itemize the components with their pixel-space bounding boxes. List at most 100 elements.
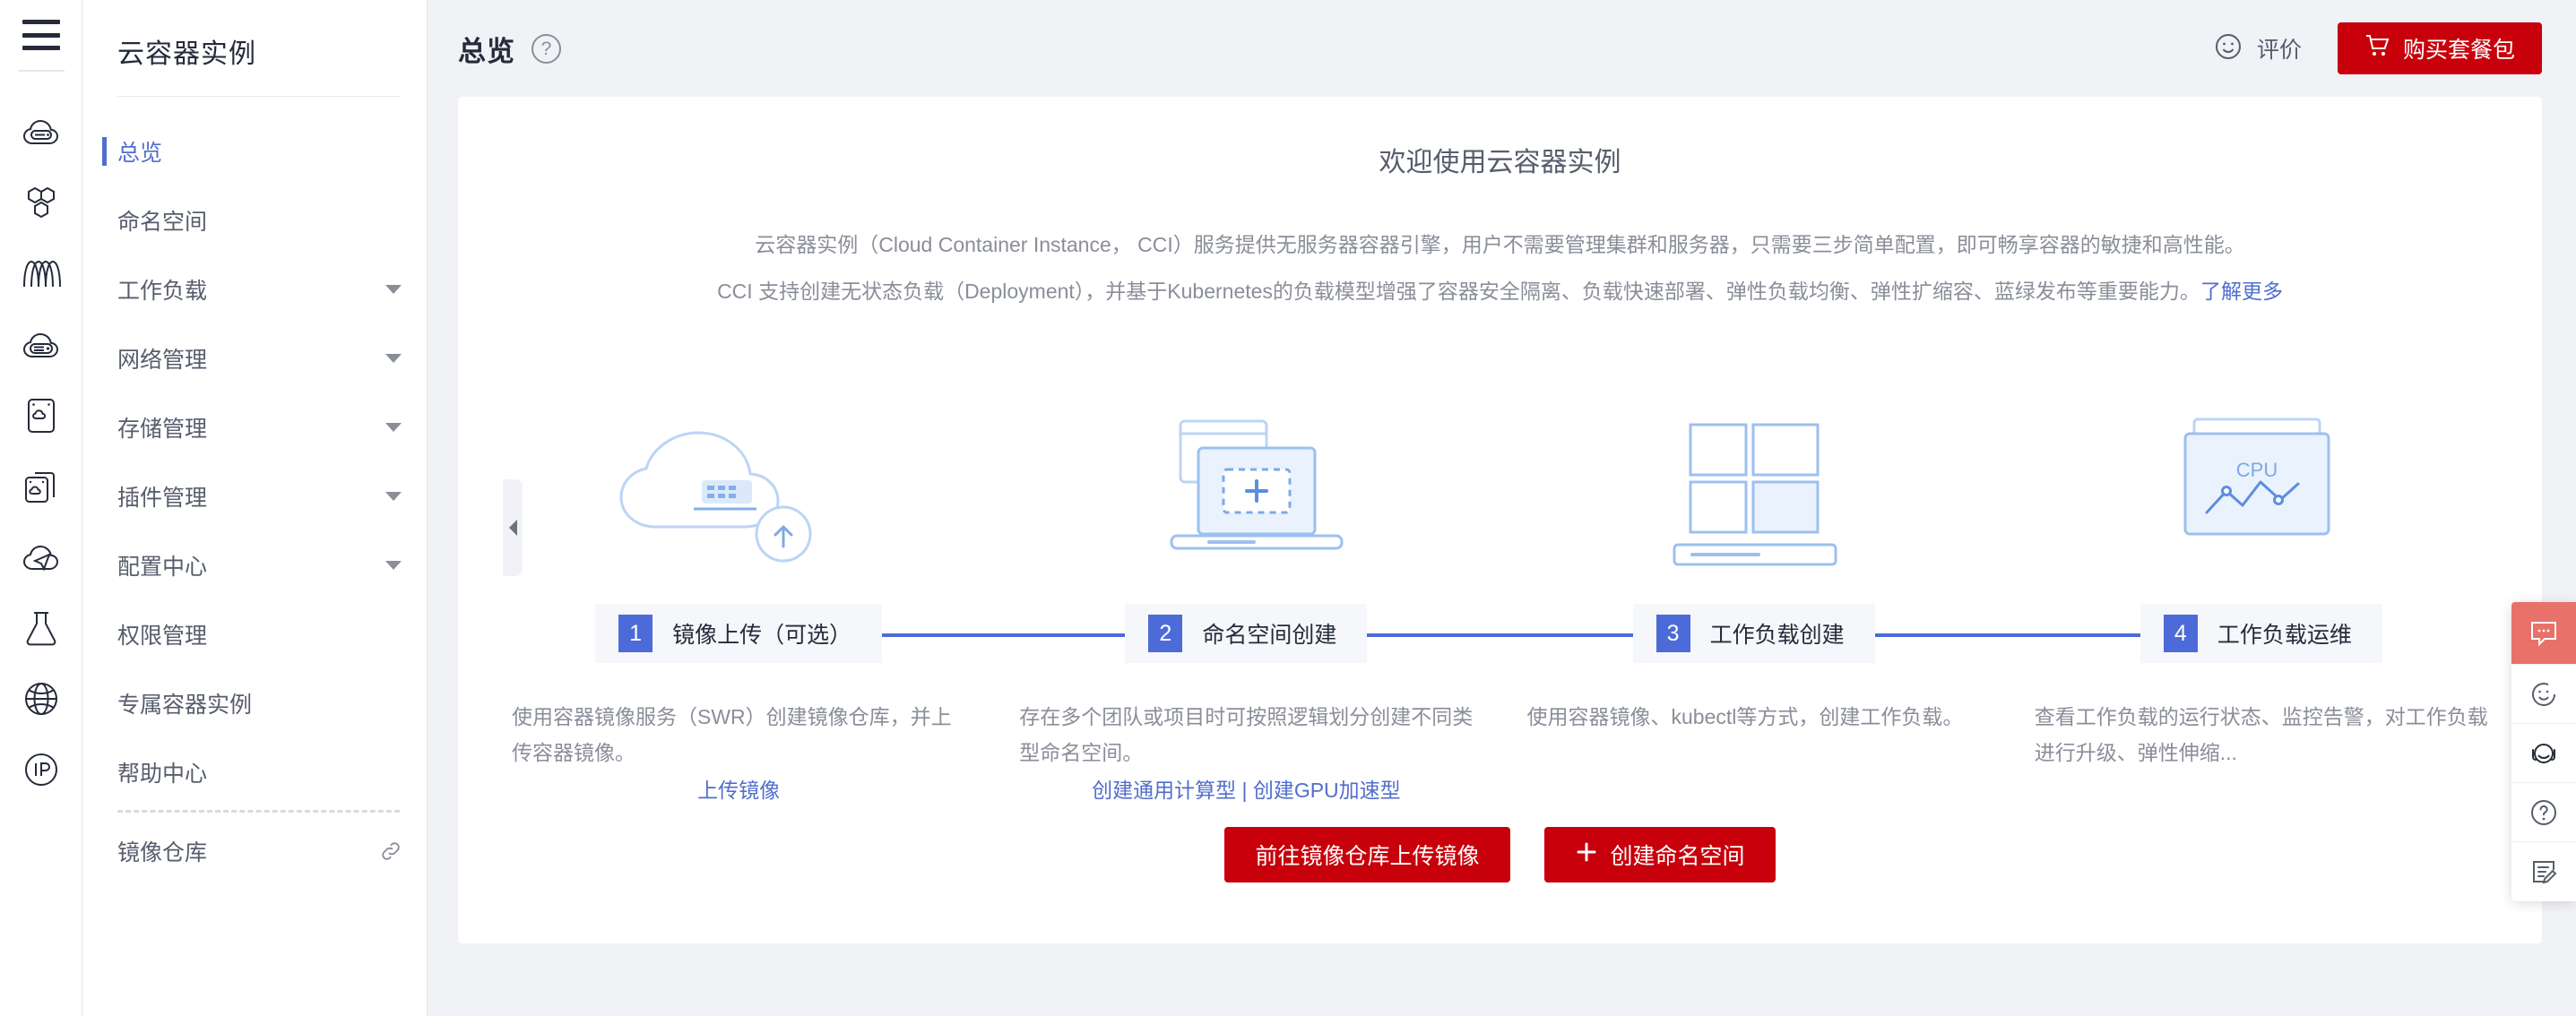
step-number: 1	[618, 615, 653, 652]
rate-button[interactable]: 评价	[2214, 32, 2302, 65]
collapse-sidebar-handle[interactable]	[503, 479, 523, 576]
sidebar-item-label: 命名空间	[117, 204, 402, 237]
step-description: 存在多个团队或项目时可按照逻辑划分创建不同类型命名空间。	[1019, 699, 1473, 771]
step-3-body: 使用容器镜像、kubectl等方式，创建工作负载。	[1500, 699, 2008, 735]
sidebar-item-label: 存储管理	[117, 411, 385, 443]
step-description: 查看工作负载的运行状态、监控告警，对工作负载进行升级、弹性伸缩...	[2035, 699, 2488, 771]
sidebar-item-label: 镜像仓库	[117, 835, 380, 867]
step-number: 3	[1656, 615, 1690, 652]
step-description: 使用容器镜像服务（SWR）创建镜像仓库，并上传容器镜像。	[512, 699, 965, 771]
hamburger-icon[interactable]	[22, 20, 60, 50]
sidebar-item-label: 专属容器实例	[117, 687, 402, 719]
sidebar-item-addons[interactable]: 插件管理	[82, 461, 427, 530]
create-gpu-accelerated-link[interactable]: 创建GPU加速型	[1253, 779, 1401, 802]
step-2-body: 存在多个团队或项目时可按照逻辑划分创建不同类型命名空间。 创建通用计算型 | 创…	[992, 699, 1500, 808]
chevron-down-icon	[385, 354, 402, 363]
step-2-links: 创建通用计算型 | 创建GPU加速型	[1019, 772, 1473, 808]
svg-text:CPU: CPU	[2236, 459, 2278, 481]
ip-icon[interactable]	[14, 734, 68, 805]
sidebar-item-image-repository[interactable]: 镜像仓库	[82, 816, 427, 885]
sidebar-item-permissions[interactable]: 权限管理	[82, 599, 427, 668]
rail-divider	[18, 70, 65, 72]
step-4-body: 查看工作负载的运行状态、监控告警，对工作负载进行升级、弹性伸缩...	[2008, 699, 2515, 771]
step-title: 工作负载运维	[2217, 617, 2352, 650]
steps-container: 1 镜像上传（可选） 使用容器镜像服务（SWR）创建镜像仓库，并上传容器镜像。 …	[458, 370, 2542, 808]
link-separator: |	[1241, 779, 1247, 802]
step-4-chip: 4 工作负载运维	[2140, 604, 2382, 663]
laptop-plus-art	[1116, 370, 1376, 581]
sidebar-item-storage[interactable]: 存储管理	[82, 392, 427, 461]
chat-bubble-icon[interactable]	[2511, 602, 2576, 665]
globe-icon[interactable]	[14, 663, 68, 734]
create-namespace-label: 创建命名空间	[1611, 839, 1745, 871]
learn-more-link[interactable]: 了解更多	[2200, 280, 2283, 303]
sidebar-item-dedicated-instance[interactable]: 专属容器实例	[82, 668, 427, 737]
chevron-down-icon	[385, 561, 402, 570]
card-actions: 前往镜像仓库上传镜像 创建命名空间	[458, 827, 2542, 883]
step-1-head: 1 镜像上传（可选）	[485, 604, 992, 663]
upload-image-link[interactable]: 上传镜像	[697, 779, 780, 802]
sidebar-item-namespace[interactable]: 命名空间	[82, 185, 427, 254]
question-help-icon[interactable]	[2511, 783, 2576, 842]
smiley-feedback-icon[interactable]	[2511, 665, 2576, 724]
page-title: 总览	[458, 29, 515, 69]
wave-icon[interactable]	[14, 238, 68, 309]
sidebar-title: 云容器实例	[82, 0, 427, 71]
step-4: CPU 4 工作负载运维 查看工作负载的运行状态、监控告警，对工	[2008, 370, 2515, 808]
left-icon-rail	[0, 0, 82, 1016]
server-blocks-art	[1624, 370, 1884, 581]
create-namespace-button[interactable]: 创建命名空间	[1544, 827, 1776, 883]
right-dock	[2511, 602, 2576, 901]
sidebar-item-list: 总览 命名空间 工作负载 网络管理 存储管理 插件管理	[82, 97, 427, 885]
beaker-icon[interactable]	[14, 592, 68, 663]
survey-form-icon[interactable]	[2511, 842, 2576, 901]
cpu-monitor-art: CPU	[2131, 370, 2391, 581]
go-to-image-repository-label: 前往镜像仓库上传镜像	[1255, 839, 1479, 871]
sidebar-item-workload[interactable]: 工作负载	[82, 254, 427, 323]
welcome-paragraph-1: 云容器实例（Cloud Container Instance， CCI）服务提供…	[458, 221, 2542, 268]
plus-icon	[1575, 840, 1598, 870]
buy-package-button[interactable]: 购买套餐包	[2338, 22, 2542, 74]
buy-package-label: 购买套餐包	[2403, 32, 2515, 65]
top-bar: 总览 ? 评价	[428, 0, 2576, 97]
sidebar-item-label: 工作负载	[117, 273, 385, 306]
step-title: 工作负载创建	[1710, 617, 1845, 650]
cloud-server-icon[interactable]	[14, 97, 68, 168]
step-number: 2	[1148, 615, 1182, 652]
step-description: 使用容器镜像、kubectl等方式，创建工作负载。	[1527, 699, 1981, 735]
sidebar-item-label: 网络管理	[117, 342, 385, 375]
smiley-icon	[2214, 32, 2243, 65]
multi-card-cloud-icon[interactable]	[14, 451, 68, 521]
sidebar-item-label: 插件管理	[117, 480, 385, 512]
sidebar-item-help-center[interactable]: 帮助中心	[82, 737, 427, 806]
question-mark-icon[interactable]: ?	[532, 34, 561, 64]
sidebar-item-overview[interactable]: 总览	[82, 116, 427, 185]
cloud-send-icon[interactable]	[14, 521, 68, 592]
cloud-upload-art	[609, 370, 869, 581]
sidebar-dashed-divider	[117, 810, 400, 813]
create-general-compute-link[interactable]: 创建通用计算型	[1092, 779, 1236, 802]
sidebar-item-config-center[interactable]: 配置中心	[82, 530, 427, 599]
sidebar-item-label: 权限管理	[117, 618, 402, 650]
step-1: 1 镜像上传（可选） 使用容器镜像服务（SWR）创建镜像仓库，并上传容器镜像。 …	[485, 370, 992, 808]
go-to-image-repository-button[interactable]: 前往镜像仓库上传镜像	[1224, 827, 1509, 883]
sidebar-item-network[interactable]: 网络管理	[82, 323, 427, 392]
external-link-icon	[380, 840, 402, 862]
rate-label: 评价	[2257, 32, 2302, 65]
step-2-chip: 2 命名空间创建	[1125, 604, 1367, 663]
cloud-database-icon[interactable]	[14, 309, 68, 380]
main-content: 总览 ? 评价	[428, 0, 2576, 1016]
chevron-down-icon	[385, 492, 402, 501]
chevron-down-icon	[385, 423, 402, 432]
step-1-chip: 1 镜像上传（可选）	[595, 604, 882, 663]
headset-support-icon[interactable]	[2511, 724, 2576, 783]
sidebar-item-label: 配置中心	[117, 549, 385, 581]
app-root: 云容器实例 总览 命名空间 工作负载 网络管理 存储管理 插件管	[0, 0, 2576, 1016]
step-2: 2 命名空间创建 存在多个团队或项目时可按照逻辑划分创建不同类型命名空间。 创建…	[992, 370, 1500, 808]
step-title: 镜像上传（可选）	[672, 617, 851, 650]
step-1-links: 上传镜像	[512, 772, 965, 808]
cluster-hex-icon[interactable]	[14, 168, 68, 238]
step-title: 命名空间创建	[1202, 617, 1336, 650]
card-cloud-icon[interactable]	[14, 380, 68, 451]
chevron-left-icon	[509, 520, 517, 536]
